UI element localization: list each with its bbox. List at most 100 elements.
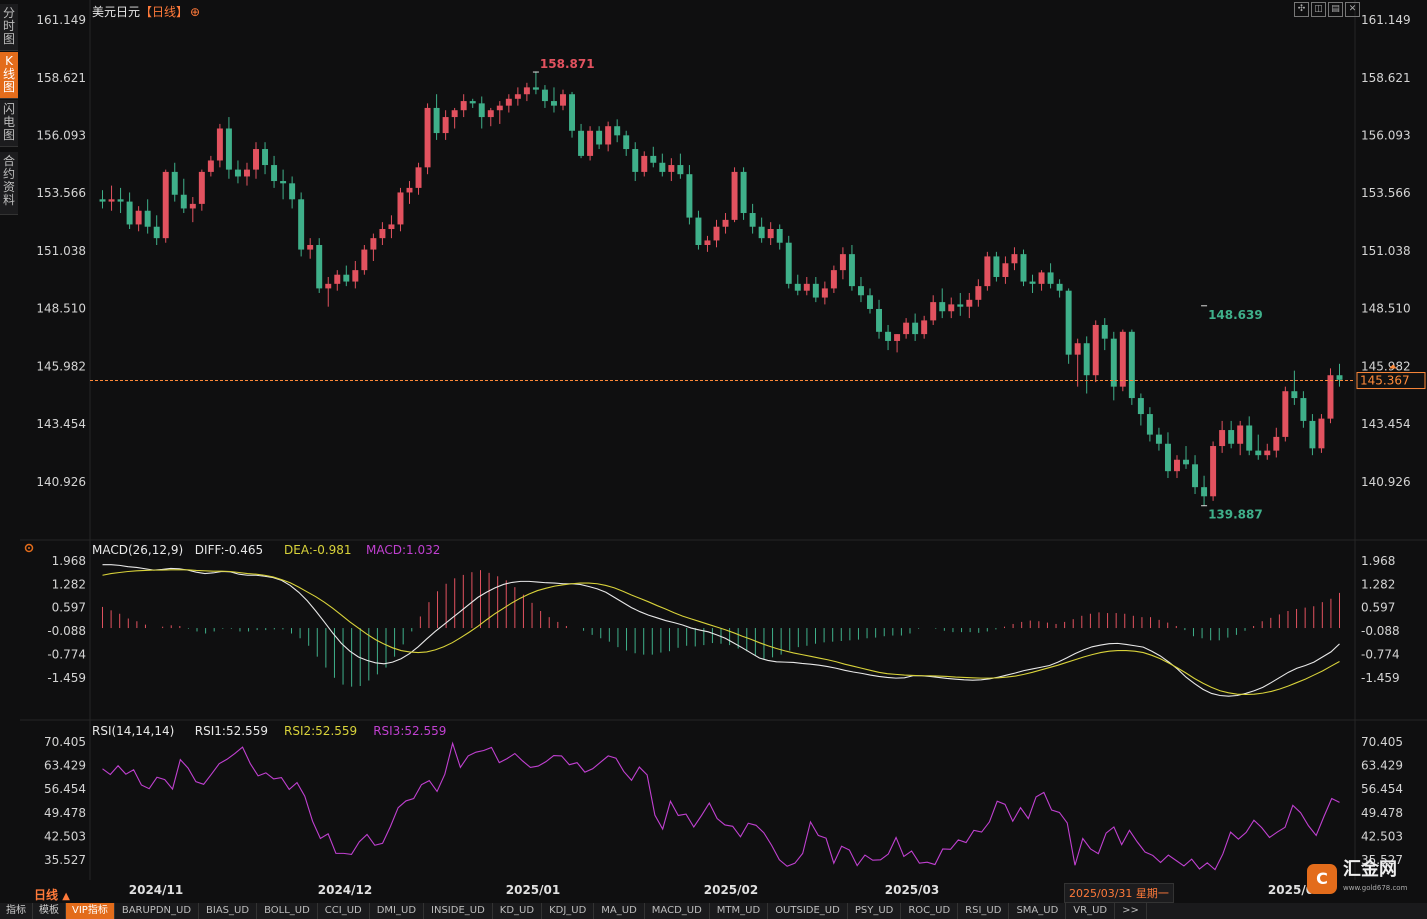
x-axis-date-label: 2024/12	[318, 883, 372, 897]
indicator-tab-kd-ud[interactable]: KD_UD	[493, 903, 543, 919]
indicator-tab-roc-ud[interactable]: ROC_UD	[901, 903, 959, 919]
macd-legend-item: MACD:1.032	[366, 543, 440, 557]
candle-body	[930, 302, 937, 321]
template-button[interactable]: 模板	[33, 903, 66, 919]
candle-body	[560, 94, 566, 106]
candle	[505, 94, 512, 113]
candle	[803, 276, 810, 296]
indicator-tab-macd-ud[interactable]: MACD_UD	[645, 903, 710, 919]
rsi-tick-left: 56.454	[44, 782, 86, 796]
layout-icon[interactable]: ◫	[1311, 2, 1326, 17]
candle-body	[532, 87, 539, 90]
candle	[1074, 338, 1081, 387]
candle	[641, 151, 648, 177]
candle-body	[1228, 430, 1235, 444]
indicator-tab-vr-ud[interactable]: VR_UD	[1066, 903, 1116, 919]
low-price-label: 148.639	[1208, 308, 1263, 322]
candle	[1336, 363, 1343, 387]
candle	[280, 169, 287, 200]
macd-tick-left: 1.968	[52, 554, 86, 568]
candle	[948, 297, 955, 319]
period-label: 【日线】	[140, 5, 189, 19]
candle-body	[207, 160, 214, 172]
close-icon[interactable]: ✕	[1345, 2, 1360, 17]
window-tools: ✣ ◫ ▤ ✕	[1294, 2, 1360, 17]
indicator-tab--[interactable]: >>	[1115, 903, 1147, 919]
indicator-tab-dmi-ud[interactable]: DMI_UD	[370, 903, 425, 919]
indicator-tab-bias-ud[interactable]: BIAS_UD	[199, 903, 258, 919]
candle	[993, 251, 1000, 282]
indicator-tab-boll-ud[interactable]: BOLL_UD	[257, 903, 318, 919]
candle-body	[713, 226, 720, 241]
tab-kline-chart[interactable]: K线图	[0, 52, 18, 99]
candle-body	[993, 256, 1000, 277]
candle	[704, 235, 711, 252]
expand-icon[interactable]: ✣	[1294, 2, 1309, 17]
chart-canvas[interactable]: 161.149 161.149 158.621 158.621 156.093 156.0…	[0, 0, 1427, 903]
candle	[1309, 414, 1316, 456]
indicator-tab-ma-ud[interactable]: MA_UD	[594, 903, 645, 919]
indicator-tab-inside-ud[interactable]: INSIDE_UD	[424, 903, 493, 919]
rsi-legend-item: RSI3:52.559	[373, 724, 446, 738]
candle	[253, 142, 259, 179]
indicator-tab-outside-ud[interactable]: OUTSIDE_UD	[768, 903, 848, 919]
candle	[271, 155, 278, 188]
candle	[1101, 318, 1108, 351]
macd-tick-right: 0.597	[1361, 601, 1395, 615]
indicator-tab-cci-ud[interactable]: CCI_UD	[318, 903, 370, 919]
candle-body	[343, 274, 350, 282]
candle-body	[388, 224, 395, 230]
logo-url: www.gold678.com	[1343, 884, 1408, 892]
candle	[894, 334, 901, 353]
candle	[397, 187, 404, 232]
candle	[352, 260, 359, 289]
candle-body	[1210, 446, 1217, 497]
indicator-tab-barupdn-ud[interactable]: BARUPDN_UD	[115, 903, 200, 919]
period-selector[interactable]: 日线 ▲	[34, 886, 70, 903]
candle-body	[397, 192, 404, 225]
candle-body	[1092, 324, 1099, 376]
candle	[198, 169, 205, 211]
chart-header: 美元日元【日线】 ⊕	[92, 3, 200, 20]
candle	[776, 224, 783, 250]
bottom-toolbar: 指标 模板 VIP指标 BARUPDN_UD BIAS_UD BOLL_UD CCI_…	[0, 903, 1427, 919]
candle	[532, 71, 539, 95]
candle	[244, 162, 250, 186]
candle-body	[514, 94, 521, 99]
indicator-tab-rsi-ud[interactable]: RSI_UD	[958, 903, 1010, 919]
candle-body	[812, 283, 819, 298]
zoom-icon[interactable]: ⊕	[190, 5, 200, 19]
candle-body	[1219, 430, 1226, 447]
candle	[289, 176, 296, 209]
candle	[930, 295, 937, 325]
candle-body	[767, 229, 774, 239]
candle-body	[316, 245, 323, 289]
candle-body	[1291, 391, 1298, 399]
indicator-tab-kdj-ud[interactable]: KDJ_UD	[542, 903, 595, 919]
indicator-tab-sma-ud[interactable]: SMA_UD	[1009, 903, 1067, 919]
candle-body	[433, 107, 440, 134]
indicator-tab-psy-ud[interactable]: PSY_UD	[848, 903, 902, 919]
candle-body	[1300, 398, 1307, 421]
candle	[731, 167, 738, 223]
indicator-tab-mtm-ud[interactable]: MTM_UD	[710, 903, 769, 919]
candle	[876, 299, 883, 339]
price-tick-left: 161.149	[36, 13, 86, 27]
candle-body	[108, 199, 115, 202]
list-icon[interactable]: ▤	[1328, 2, 1343, 17]
candle	[1092, 320, 1099, 383]
price-tick-right: 145.982	[1361, 359, 1411, 373]
candle-body	[885, 331, 892, 341]
candle-body	[1273, 436, 1280, 451]
candle	[370, 233, 377, 261]
vip-indicator-button[interactable]: VIP指标	[66, 903, 115, 919]
candle-body	[939, 302, 946, 312]
tab-tick-chart[interactable]: 闪电图	[0, 100, 18, 147]
candle-body	[144, 210, 151, 227]
candle	[1128, 329, 1135, 405]
tab-time-chart[interactable]: 分时图	[0, 4, 18, 51]
low-price-label: 139.887	[1208, 508, 1263, 522]
tab-contract-info[interactable]: 合约资料	[0, 152, 18, 215]
candle-body	[216, 128, 223, 161]
indicator-button[interactable]: 指标	[0, 903, 33, 919]
